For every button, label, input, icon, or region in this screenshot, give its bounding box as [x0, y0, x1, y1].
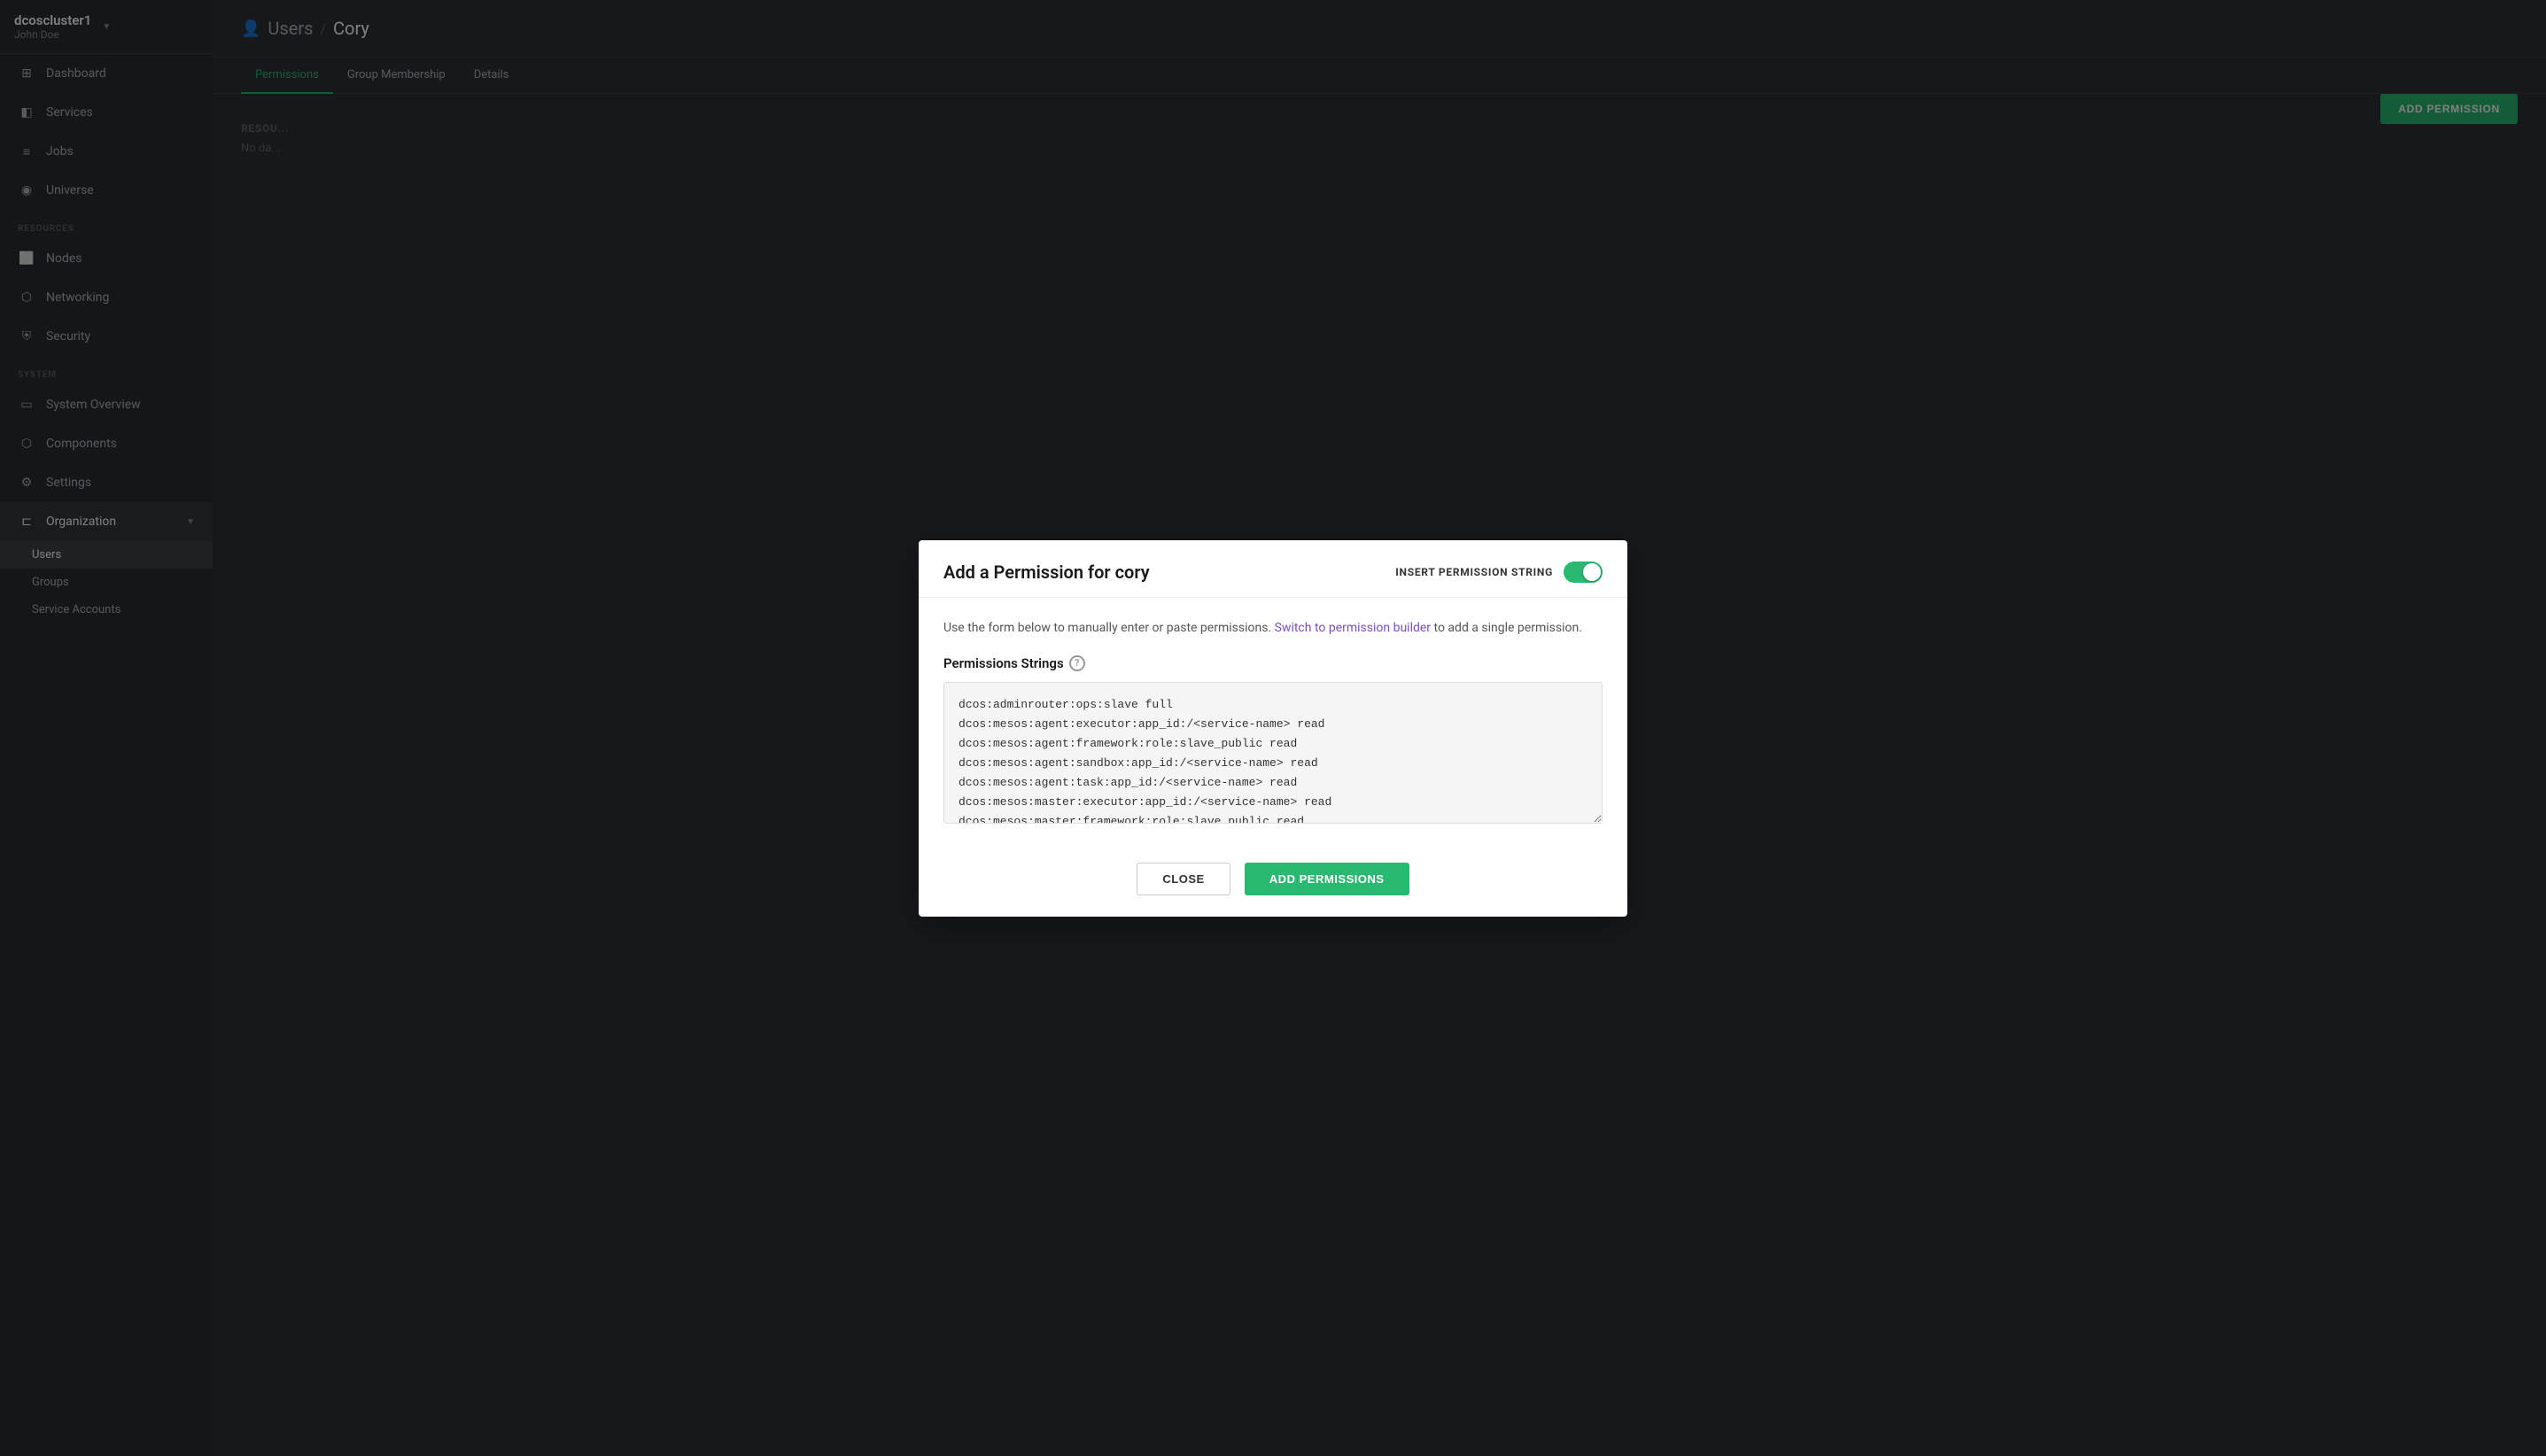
help-icon[interactable]: ?	[1069, 655, 1085, 671]
close-button[interactable]: CLOSE	[1137, 863, 1230, 895]
description-suffix: to add a single permission.	[1434, 621, 1582, 635]
permissions-strings-label: Permissions Strings ?	[943, 655, 1603, 671]
insert-permission-toggle[interactable]	[1564, 561, 1603, 583]
modal-overlay[interactable]: Add a Permission for cory INSERT PERMISS…	[0, 0, 2546, 1456]
modal-body: Use the form below to manually enter or …	[919, 598, 1627, 848]
description-text: Use the form below to manually enter or …	[943, 621, 1271, 635]
modal-header-controls: INSERT PERMISSION STRING	[1395, 561, 1603, 583]
switch-to-builder-link[interactable]: Switch to permission builder	[1275, 621, 1431, 635]
modal-title: Add a Permission for cory	[943, 561, 1150, 583]
add-permissions-button[interactable]: ADD PERMISSIONS	[1245, 863, 1409, 895]
insert-permission-string-label: INSERT PERMISSION STRING	[1395, 566, 1553, 578]
permissions-textarea[interactable]: dcos:adminrouter:ops:slave full dcos:mes…	[943, 682, 1603, 824]
modal-description: Use the form below to manually enter or …	[943, 619, 1603, 638]
permission-modal: Add a Permission for cory INSERT PERMISS…	[919, 540, 1627, 917]
modal-header: Add a Permission for cory INSERT PERMISS…	[919, 540, 1627, 598]
modal-footer: CLOSE ADD PERMISSIONS	[919, 848, 1627, 917]
